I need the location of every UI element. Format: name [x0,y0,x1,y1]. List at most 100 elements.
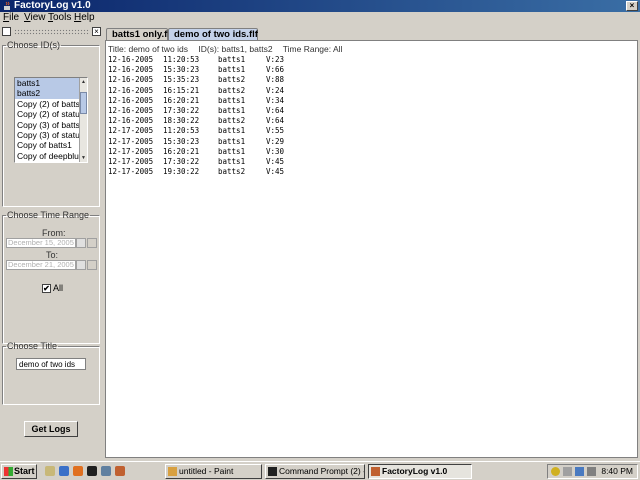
title-input[interactable] [16,358,86,370]
to-date-field[interactable]: December 21, 2005 [6,260,76,270]
list-scrollbar[interactable]: ▲ ▼ [79,78,87,162]
time-range-legend: Choose Time Range [7,210,90,220]
to-label: To: [46,250,59,260]
taskbar: Start untitled - Paint Command Prompt (2… [0,461,640,480]
task-label: untitled - Paint [179,466,234,476]
start-label: Start [14,466,35,476]
from-date-spinner[interactable] [76,238,86,248]
log-time: 15:35:23 [163,75,200,85]
log-id: batts2 [218,85,246,95]
task-paint[interactable]: untitled - Paint [165,464,262,479]
tab-demo-of-two-ids[interactable]: demo of two ids.flf [168,28,258,40]
start-button[interactable]: Start [1,464,37,479]
to-date-dropdown[interactable] [87,260,97,270]
menu-tools[interactable]: Tools [48,12,71,24]
log-view[interactable]: Title: demo of two ids ID(s): batts1, ba… [105,40,638,458]
scroll-up-icon[interactable]: ▲ [80,78,87,86]
get-logs-button[interactable]: Get Logs [24,421,78,437]
log-value: V:23 [266,55,285,64]
log-time: 15:30:23 [163,136,200,146]
monitor-icon[interactable] [101,466,111,476]
log-id: batts1 [218,65,246,75]
log-time: 16:15:21 [163,85,200,95]
log-time: 11:20:53 [163,55,200,64]
log-date: 12-17-2005 [108,136,154,146]
log-header: Title: demo of two ids ID(s): batts1, ba… [108,44,350,54]
network-icon[interactable] [551,467,560,476]
log-value: V:45 [266,167,285,177]
log-id: batts1 [218,95,246,105]
log-date: 12-16-2005 [108,116,154,126]
log-date: 12-17-2005 [108,167,154,177]
restore-panel-button[interactable] [2,27,11,36]
log-time: 19:30:22 [163,167,200,177]
tab-batts1-only[interactable]: batts1 only.flf [106,28,173,40]
panel-toolbar: × [2,27,102,38]
close-window-button[interactable]: × [626,1,638,11]
close-panel-button[interactable]: × [92,27,101,36]
cmd-icon[interactable] [87,466,97,476]
from-date-field[interactable]: December 15, 2005 [6,238,76,248]
list-item[interactable]: Copy (3) of batts1 [15,120,79,130]
from-date-dropdown[interactable] [87,238,97,248]
system-tray: 8:40 PM [547,464,638,479]
log-ids: ID(s): batts1, batts2 [198,44,273,54]
clock: 8:40 PM [601,466,633,476]
menu-file[interactable]: File [3,12,19,24]
firefox-icon[interactable] [73,466,83,476]
menu-help[interactable]: Help [74,12,95,24]
list-item[interactable]: batts2 [15,88,79,99]
list-item[interactable]: Copy (3) of status [15,130,79,140]
log-value: V:30 [266,146,285,156]
log-time: 18:30:22 [163,116,200,126]
log-date: 12-16-2005 [108,65,154,75]
windows-logo-icon [4,467,13,476]
close-icon: × [94,27,99,36]
scroll-thumb[interactable] [80,92,87,114]
log-date: 12-16-2005 [108,55,154,64]
list-item[interactable]: Copy of batts1 [15,140,79,150]
java-icon[interactable] [115,466,125,476]
log-date: 12-16-2005 [108,106,154,115]
id-listbox[interactable]: batts1 batts2 Copy (2) of batts1 Copy (2… [14,77,88,163]
log-value: V:34 [266,95,285,105]
log-id: batts1 [218,157,246,166]
list-item[interactable]: Copy (2) of batts1 [15,99,79,109]
close-icon: × [629,1,635,10]
log-id: batts1 [218,55,246,64]
log-id: batts2 [218,167,246,177]
log-id: batts1 [218,146,246,156]
menu-view[interactable]: View [24,12,46,24]
drag-grip[interactable] [14,29,90,35]
list-item[interactable]: batts1 [15,78,79,89]
log-id: batts1 [218,126,246,136]
log-id: batts2 [218,116,246,126]
list-item[interactable]: Copy of deepblue [15,151,79,161]
tray-app-icon[interactable] [587,467,596,476]
log-date: 12-16-2005 [108,95,154,105]
title-bar: FactoryLog v1.0 × [0,0,640,12]
tray-monitor-icon[interactable] [575,467,584,476]
speaker-icon[interactable] [563,467,572,476]
task-factorylog[interactable]: FactoryLog v1.0 [368,464,472,479]
log-value: V:55 [266,126,285,136]
log-date: 12-16-2005 [108,85,154,95]
scroll-down-icon[interactable]: ▼ [80,154,87,162]
list-item[interactable]: Copy (2) of status [15,109,79,119]
log-date: 12-17-2005 [108,126,154,136]
from-label: From: [42,228,66,238]
choose-title-legend: Choose Title [7,341,58,351]
ie-icon[interactable] [59,466,69,476]
to-date-spinner[interactable] [76,260,86,270]
log-title: Title: demo of two ids [108,44,188,54]
log-value: V:66 [266,65,285,75]
checkmark-icon: ✔ [43,284,50,293]
log-value: V:29 [266,136,285,146]
log-id: batts1 [218,136,246,146]
log-value: V:24 [266,85,285,95]
all-checkbox[interactable]: ✔ [42,284,51,293]
log-time: 17:30:22 [163,157,200,166]
log-time: 11:20:53 [163,126,200,136]
task-command-prompt[interactable]: Command Prompt (2) - vi... [265,464,365,479]
desktop-icon[interactable] [45,466,55,476]
